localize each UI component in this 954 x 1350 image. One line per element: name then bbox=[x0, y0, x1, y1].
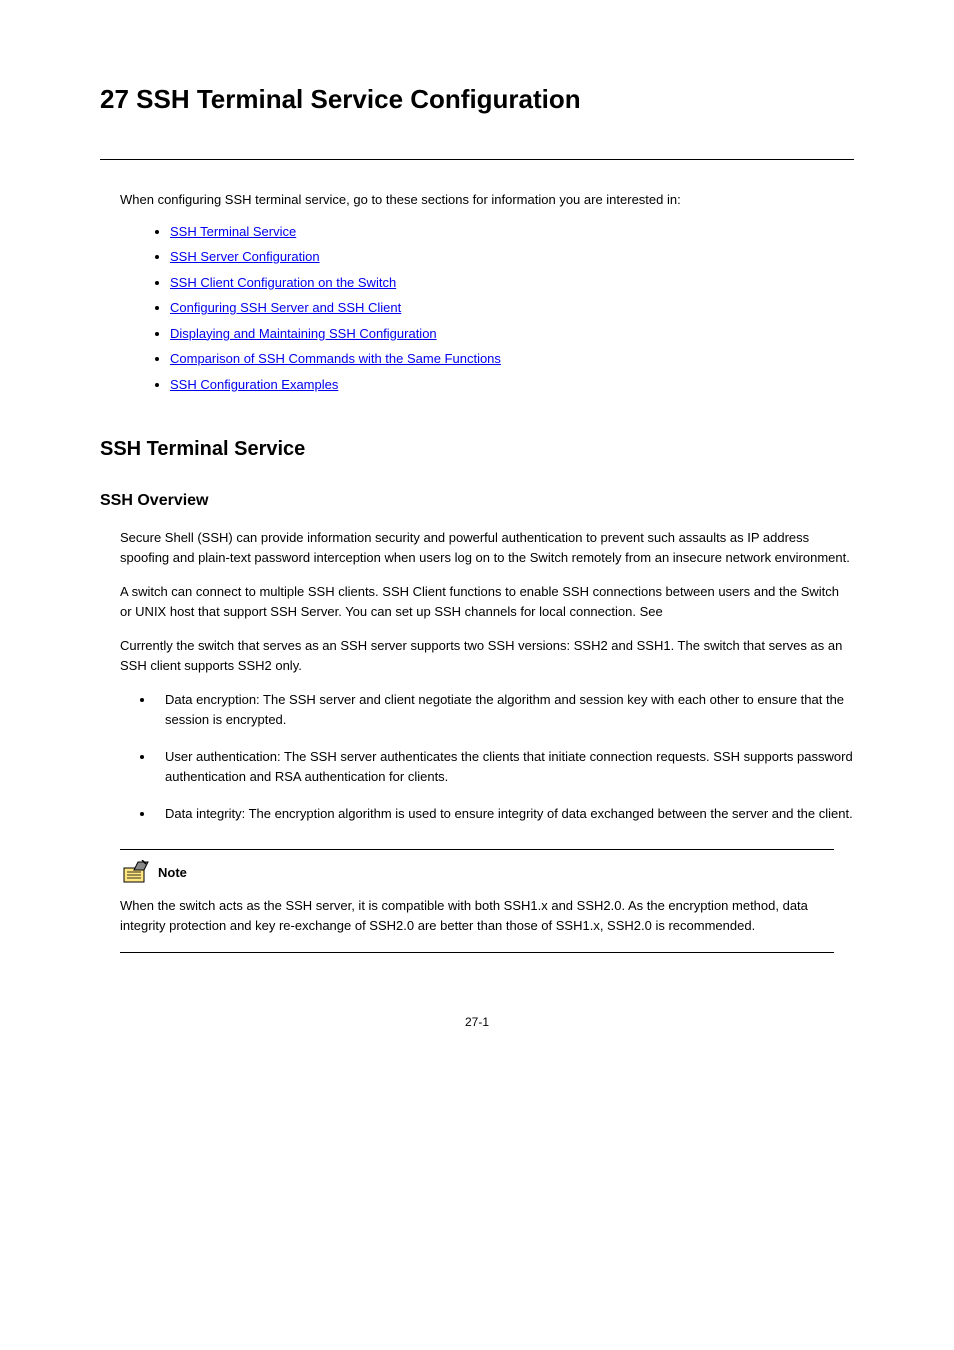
toc-item: SSH Client Configuration on the Switch bbox=[170, 273, 854, 293]
toc-item: Displaying and Maintaining SSH Configura… bbox=[170, 324, 854, 344]
note-divider-top bbox=[120, 849, 834, 850]
feature-item: Data encryption: The SSH server and clie… bbox=[155, 690, 854, 729]
note-text: When the switch acts as the SSH server, … bbox=[120, 896, 834, 938]
toc-item: SSH Server Configuration bbox=[170, 247, 854, 267]
toc-item: Configuring SSH Server and SSH Client bbox=[170, 298, 854, 318]
feature-list: Data encryption: The SSH server and clie… bbox=[155, 690, 854, 824]
section-heading: SSH Terminal Service bbox=[100, 434, 854, 464]
note-divider-bottom bbox=[120, 952, 834, 953]
toc-item: SSH Configuration Examples bbox=[170, 375, 854, 395]
subsection-heading: SSH Overview bbox=[100, 489, 854, 513]
note-block: Note When the switch acts as the SSH ser… bbox=[120, 849, 834, 954]
features-intro: Currently the switch that serves as an S… bbox=[120, 636, 854, 675]
feature-item: User authentication: The SSH server auth… bbox=[155, 747, 854, 786]
note-header: Note bbox=[120, 860, 834, 886]
toc-item: Comparison of SSH Commands with the Same… bbox=[170, 349, 854, 369]
toc-list: SSH Terminal Service SSH Server Configur… bbox=[170, 222, 854, 395]
toc-link-ssh-client-config[interactable]: SSH Client Configuration on the Switch bbox=[170, 275, 396, 290]
note-icon bbox=[120, 860, 152, 886]
toc-link-ssh-server-config[interactable]: SSH Server Configuration bbox=[170, 249, 320, 264]
overview-paragraph-2: A switch can connect to multiple SSH cli… bbox=[120, 582, 854, 621]
toc-item: SSH Terminal Service bbox=[170, 222, 854, 242]
toc-link-comparison-commands[interactable]: Comparison of SSH Commands with the Same… bbox=[170, 351, 501, 366]
overview-paragraph-1: Secure Shell (SSH) can provide informati… bbox=[120, 528, 854, 567]
chapter-title: 27 SSH Terminal Service Configuration bbox=[100, 80, 854, 119]
chapter-title-text: SSH Terminal Service Configuration bbox=[136, 84, 581, 114]
page-number: 27-1 bbox=[100, 1013, 854, 1031]
feature-item: Data integrity: The encryption algorithm… bbox=[155, 804, 854, 824]
toc-link-displaying-maintaining[interactable]: Displaying and Maintaining SSH Configura… bbox=[170, 326, 437, 341]
intro-paragraph: When configuring SSH terminal service, g… bbox=[120, 190, 854, 210]
chapter-number: 27 bbox=[100, 84, 129, 114]
chapter-divider bbox=[100, 159, 854, 160]
toc-link-configuring-ssh[interactable]: Configuring SSH Server and SSH Client bbox=[170, 300, 401, 315]
toc-link-config-examples[interactable]: SSH Configuration Examples bbox=[170, 377, 338, 392]
toc-link-ssh-terminal-service[interactable]: SSH Terminal Service bbox=[170, 224, 296, 239]
note-label: Note bbox=[158, 863, 187, 883]
